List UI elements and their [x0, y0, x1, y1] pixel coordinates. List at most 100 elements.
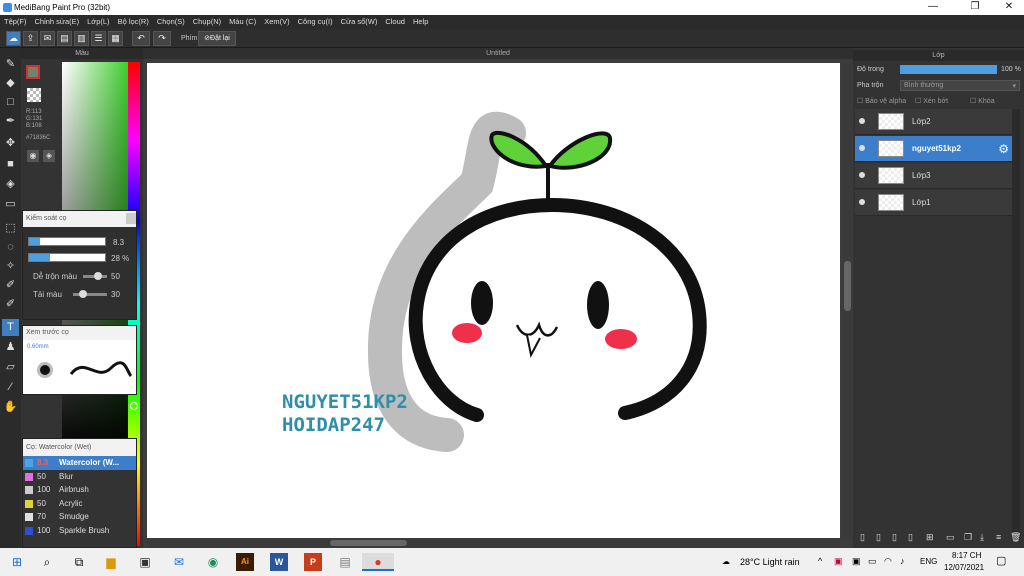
tray-app2-icon[interactable]: ▣ — [852, 556, 861, 567]
eye-icon[interactable] — [859, 199, 865, 205]
fill-shape-icon[interactable]: ■ — [2, 156, 19, 173]
grid-icon[interactable]: ▦ — [108, 31, 123, 46]
tray-app-icon[interactable]: ▣ — [834, 556, 843, 567]
volume-icon[interactable]: ♪ — [900, 556, 905, 566]
menu-layer[interactable]: Lớp(L) — [83, 15, 113, 26]
store-icon[interactable]: ▣ — [136, 553, 154, 571]
brush-list-item[interactable]: 50 Acrylic — [23, 497, 136, 511]
minimize-button[interactable]: — — [918, 1, 948, 14]
hue-handle[interactable] — [130, 402, 138, 410]
menu-color[interactable]: Màu (C) — [225, 15, 260, 26]
brush-list-item[interactable]: 8.3 Watercolor (W... — [23, 456, 136, 470]
trash-icon[interactable]: 🗑 — [1010, 532, 1021, 543]
new-8bit-layer-icon[interactable]: ▯ — [892, 532, 897, 543]
word-icon[interactable]: W — [270, 553, 288, 571]
eyedropper-icon[interactable]: ⁄ — [2, 379, 19, 396]
photos-icon[interactable]: ▤ — [336, 553, 354, 571]
protect-alpha-checkbox[interactable]: ☐ Bảo vệ alpha — [857, 97, 906, 105]
vertical-scrollbar[interactable] — [843, 63, 852, 538]
frame-tool-icon[interactable]: ▱ — [2, 359, 19, 376]
blend-mode-select[interactable]: Bình thường ▾ — [900, 80, 1020, 91]
brush-tool-icon[interactable]: ✎ — [2, 56, 19, 73]
menu-filter[interactable]: Bộ lọc(R) — [114, 15, 153, 26]
gradient-tool-icon[interactable]: ▭ — [2, 196, 19, 213]
mail-icon[interactable]: ✉ — [170, 553, 188, 571]
gear-icon[interactable]: ⚙ — [998, 142, 1009, 156]
maximize-button[interactable]: ❐ — [960, 1, 990, 14]
eye-icon[interactable] — [859, 145, 865, 151]
powerpoint-icon[interactable]: P — [304, 553, 322, 571]
layer-row[interactable]: Lớp2 — [855, 109, 1012, 135]
palette-icon[interactable]: ◉ — [27, 150, 39, 162]
drawing-canvas[interactable]: NGUYET51KP2 HOIDAP247 — [147, 63, 840, 538]
language-indicator[interactable]: ENG — [920, 557, 937, 566]
page-icon[interactable]: ▤ — [57, 31, 72, 46]
new-layer-icon[interactable]: ▯ — [860, 532, 865, 543]
menu-select[interactable]: Chọn(S) — [153, 15, 189, 26]
eye-icon[interactable] — [859, 118, 865, 124]
magic-wand-icon[interactable]: ✧ — [2, 258, 19, 275]
bucket-tool-icon[interactable]: ◈ — [2, 176, 19, 193]
close-panel-icon[interactable] — [126, 213, 136, 224]
menu-edit[interactable]: Chỉnh sửa(E) — [31, 15, 84, 26]
layer-row[interactable]: Lớp3 — [855, 163, 1012, 189]
folder-icon[interactable]: ▭ — [946, 532, 955, 543]
weather-text[interactable]: 28°C Light rain — [740, 557, 800, 567]
size-slider[interactable] — [28, 237, 106, 246]
hand-tool-icon[interactable]: ✋ — [2, 399, 19, 416]
select-rect-icon[interactable]: ⬚ — [2, 220, 19, 237]
clip-checkbox[interactable]: ☐ Xén bớt — [915, 97, 948, 105]
brush-list-item[interactable]: 100 Sparkle Brush — [23, 524, 136, 538]
menu-view[interactable]: Xem(V) — [260, 15, 293, 26]
wifi-icon[interactable]: ◠ — [884, 556, 892, 567]
layer-settings-icon[interactable]: ≡ — [996, 532, 1001, 542]
dot-tool-icon[interactable]: □ — [2, 94, 19, 111]
menu-cloud[interactable]: Cloud — [381, 15, 409, 26]
search-icon[interactable]: ⌕ — [38, 553, 56, 571]
merge-down-icon[interactable]: ⤓ — [980, 532, 984, 543]
tray-chevron-icon[interactable]: ^ — [818, 556, 822, 566]
task-view-icon[interactable]: ⧉ — [70, 553, 88, 571]
foreground-color-swatch[interactable] — [26, 65, 40, 79]
clock-time[interactable]: 8:17 CH — [952, 551, 981, 560]
panel-icon[interactable]: ▥ — [74, 31, 89, 46]
windows-start-icon[interactable]: ⊞ — [8, 553, 26, 571]
document-tab[interactable]: Untitled — [143, 48, 853, 59]
menu-file[interactable]: Tệp(F) — [0, 15, 31, 26]
illustrator-icon[interactable]: Ai — [236, 553, 254, 571]
notification-icon[interactable]: ▢ — [996, 554, 1006, 567]
pen-tool-icon[interactable]: ✒ — [2, 113, 19, 130]
menu-tools[interactable]: Công cụ(I) — [294, 15, 337, 26]
file-explorer-icon[interactable]: ▆ — [102, 553, 120, 571]
select-pen-icon[interactable]: ✐ — [2, 277, 19, 294]
brush-list-item[interactable]: 50 Blur — [23, 470, 136, 484]
layer-row[interactable]: nguyet51kp2 ⚙ — [855, 136, 1012, 162]
lasso-tool-icon[interactable]: ◌ — [2, 239, 19, 256]
brush-list-item[interactable]: 70 Smudge — [23, 510, 136, 524]
balloon-tool-icon[interactable]: ♟ — [2, 339, 19, 356]
battery-icon[interactable]: ▭ — [868, 556, 877, 567]
new-halftone-layer-icon[interactable]: ▯ — [876, 532, 881, 543]
clock-date[interactable]: 12/07/2021 — [944, 563, 984, 572]
vertical-scroll-thumb[interactable] — [844, 261, 851, 311]
blend-slider[interactable] — [83, 272, 107, 280]
share-icon[interactable]: ⇪ — [23, 31, 38, 46]
duplicate-layer-icon[interactable]: ❐ — [964, 532, 972, 543]
list-icon[interactable]: ☰ — [91, 31, 106, 46]
cloud-icon[interactable]: ☁ — [6, 31, 21, 46]
horizontal-scroll-thumb[interactable] — [330, 540, 407, 546]
edge-icon[interactable]: ◉ — [204, 553, 222, 571]
transparent-swatch[interactable] — [27, 88, 41, 102]
layer-opacity-slider[interactable] — [900, 65, 997, 74]
undo-icon[interactable]: ↶ — [132, 31, 150, 46]
move-tool-icon[interactable]: ✥ — [2, 135, 19, 152]
close-button[interactable]: ✕ — [994, 1, 1024, 14]
redo-icon[interactable]: ↷ — [153, 31, 171, 46]
eye-icon[interactable] — [859, 172, 865, 178]
medibang-taskbar-icon[interactable]: ● — [362, 553, 394, 571]
palette-add-icon[interactable]: ◈ — [43, 150, 55, 162]
reload-slider[interactable] — [73, 290, 107, 298]
weather-icon[interactable]: ☁ — [722, 557, 730, 566]
add-layer-menu-icon[interactable]: ⊞ — [926, 532, 934, 543]
opacity-slider[interactable] — [28, 253, 106, 262]
